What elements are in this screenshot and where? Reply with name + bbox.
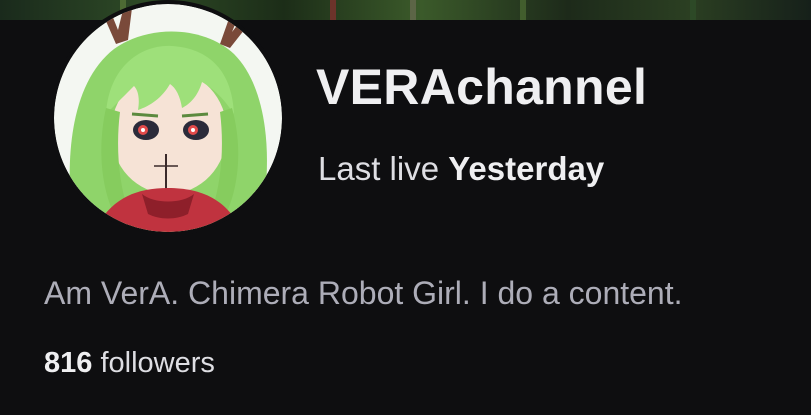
banner-detail <box>410 0 416 20</box>
followers-count: 816 <box>44 347 93 379</box>
channel-bio: Am VerA. Chimera Robot Girl. I do a cont… <box>44 275 683 311</box>
followers-label: followers <box>100 347 215 379</box>
banner-detail <box>690 0 696 20</box>
last-live-value: Yesterday <box>448 150 605 187</box>
banner-detail <box>520 0 526 20</box>
last-live-label: Last live <box>318 150 440 187</box>
avatar-image <box>54 4 282 232</box>
banner-detail <box>330 0 336 20</box>
last-live-status: Last live Yesterday <box>318 152 604 185</box>
followers-info: 816 followers <box>44 349 215 378</box>
channel-name[interactable]: VERAchannel <box>316 62 647 112</box>
channel-avatar[interactable] <box>50 0 286 236</box>
channel-profile-card: VERAchannel Last live Yesterday Am VerA.… <box>0 0 811 415</box>
